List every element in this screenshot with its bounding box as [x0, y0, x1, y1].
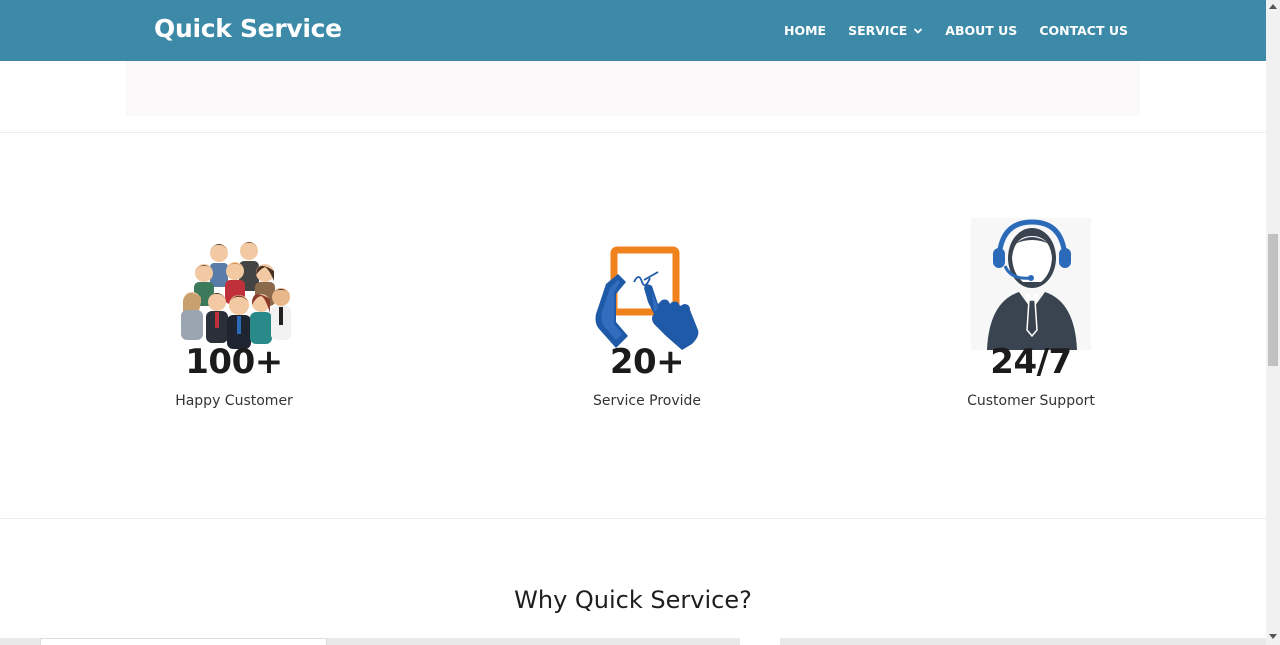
nav-about-us-label: ABOUT US: [945, 23, 1018, 38]
nav-service-label: SERVICE: [848, 23, 908, 38]
stat-label: Service Provide: [592, 393, 702, 409]
section-divider: [0, 132, 1266, 133]
stat-service-provide: 20+ Service Provide: [527, 220, 767, 409]
navbar: Quick Service HOME SERVICE ABOUT US CONT…: [0, 0, 1266, 61]
stat-happy-customer: 100+ Happy Customer: [114, 220, 354, 409]
brand-logo[interactable]: Quick Service: [154, 14, 342, 43]
scrollbar-thumb[interactable]: [1268, 234, 1278, 366]
headset-support-icon: [971, 218, 1091, 350]
happy-customers-icon: [180, 242, 291, 349]
chevron-down-icon: [914, 28, 923, 33]
nav-home[interactable]: HOME: [784, 23, 826, 38]
stat-value: 100+: [185, 342, 283, 382]
stat-label: Happy Customer: [175, 393, 293, 409]
feature-card: [40, 638, 327, 645]
nav-contact-us-label: CONTACT US: [1039, 23, 1129, 38]
stat-value: 20+: [609, 342, 685, 382]
scroll-down-icon[interactable]: [1269, 634, 1277, 639]
nav-about-us[interactable]: ABOUT US: [945, 23, 1017, 38]
feature-card: [740, 638, 780, 645]
stat-value: 24/7: [990, 342, 1072, 382]
main-nav: HOME SERVICE ABOUT US CONTACT US: [784, 23, 1150, 38]
vertical-scrollbar[interactable]: [1266, 0, 1280, 645]
hero-bottom-panel: [126, 61, 1140, 116]
section-divider: [0, 518, 1266, 519]
scroll-up-icon[interactable]: [1269, 4, 1277, 9]
stat-customer-support: 24/7 Customer Support: [911, 218, 1151, 409]
stat-label: Customer Support: [967, 393, 1095, 409]
section-title: Why Quick Service?: [514, 586, 752, 614]
touch-tablet-icon: [595, 246, 699, 350]
nav-contact-us[interactable]: CONTACT US: [1039, 23, 1128, 38]
nav-service[interactable]: SERVICE: [848, 23, 923, 38]
nav-home-label: HOME: [784, 23, 827, 38]
